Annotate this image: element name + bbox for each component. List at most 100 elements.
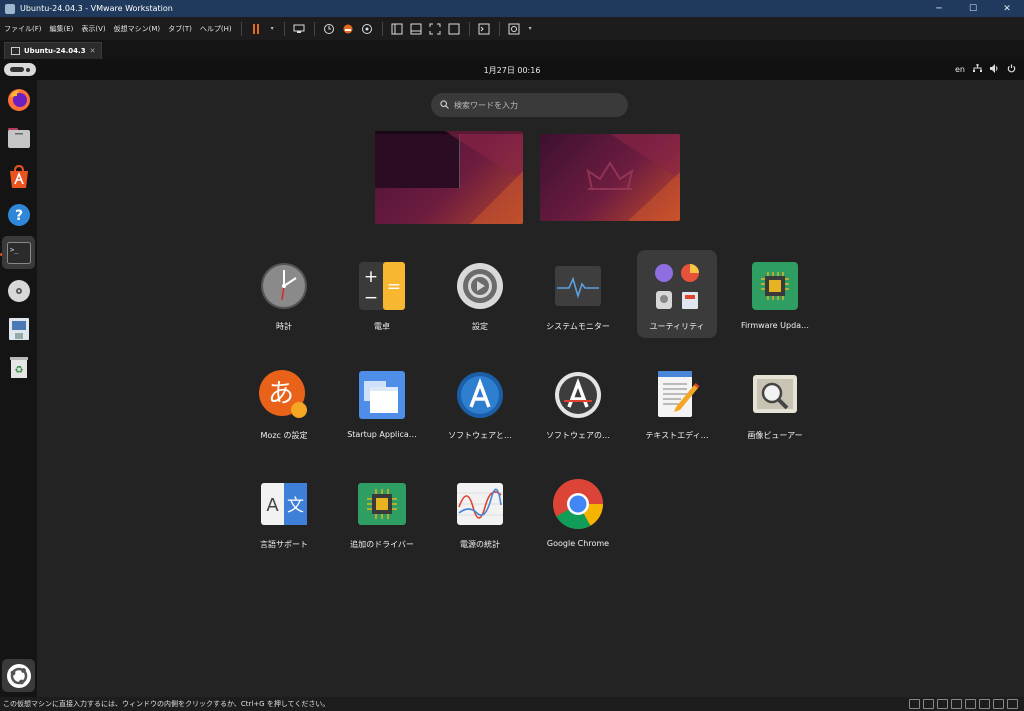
search-input[interactable]: 検索ワードを入力 [431, 93, 628, 117]
guest-screen[interactable]: 1月27日 00:16 en ? >_ ♻ 検索ワードを入力 時計 + − = … [0, 59, 1024, 697]
settings-gear-icon [454, 260, 506, 312]
tab-ubuntu-vm[interactable]: Ubuntu-24.04.3 ✕ [4, 42, 103, 59]
menu-tab[interactable]: タブ(T) [164, 24, 196, 34]
trash-icon[interactable]: ♻ [6, 354, 31, 379]
app-firmware-updater[interactable]: Firmware Upda… [735, 250, 815, 338]
volume-icon[interactable] [990, 64, 999, 75]
toolbar-divider [498, 21, 500, 36]
pause-icon[interactable] [250, 22, 263, 35]
app-system-monitor[interactable]: システムモニター [538, 250, 618, 338]
unity-mode-icon[interactable] [448, 22, 461, 35]
vm-tab-row: Ubuntu-24.04.3 ✕ [0, 40, 1024, 59]
ubuntu-mascot-watermark [586, 161, 634, 190]
calculator-icon: + − = [356, 260, 408, 312]
menu-edit[interactable]: 編集(E) [46, 24, 78, 34]
fullscreen-icon[interactable] [429, 22, 442, 35]
image-viewer-icon [749, 369, 801, 421]
workspace-thumbnail-1[interactable] [375, 131, 523, 224]
network-icon[interactable] [973, 64, 982, 75]
app-label: 時計 [276, 322, 292, 331]
menu-view[interactable]: 表示(V) [77, 24, 109, 34]
mozc-glyph: あ [268, 379, 294, 409]
cd-drive-icon[interactable] [923, 699, 934, 709]
library-view-icon[interactable] [391, 22, 404, 35]
firmware-chip-icon [749, 260, 801, 312]
dropdown-arrow-icon[interactable]: ▾ [269, 22, 276, 35]
app-language-support[interactable]: A文 言語サポート [244, 468, 324, 556]
usb-icon[interactable] [951, 699, 962, 709]
minimize-button[interactable]: ─ [922, 4, 956, 14]
app-label: Google Chrome [546, 539, 610, 548]
tab-close-button[interactable]: ✕ [90, 47, 96, 55]
thumbnail-view-icon[interactable] [410, 22, 423, 35]
close-window-button[interactable]: ✕ [990, 4, 1024, 14]
mozc-icon: あ [258, 369, 310, 421]
text-editor-icon [651, 369, 703, 421]
console-view-icon[interactable] [478, 22, 491, 35]
network-adapter-icon[interactable] [937, 699, 948, 709]
app-google-chrome[interactable]: Google Chrome [538, 468, 618, 556]
disc-icon[interactable] [6, 278, 31, 303]
startup-applications-icon [356, 369, 408, 421]
app-software-and-updates[interactable]: ソフトウェアと… [440, 359, 520, 447]
keyboard-layout-indicator[interactable]: en [955, 65, 965, 74]
app-image-viewer[interactable]: 画像ビューアー [735, 359, 815, 447]
app-startup-applications[interactable]: Startup Applica… [342, 359, 422, 447]
display-icon[interactable] [993, 699, 1004, 709]
hard-disk-icon[interactable] [909, 699, 920, 709]
terminal-icon[interactable]: >_ [2, 236, 35, 269]
snapshot-manager-icon[interactable] [361, 22, 374, 35]
show-apps-icon[interactable] [2, 659, 35, 692]
app-label: 追加のドライバー [350, 540, 414, 549]
toolbar-divider [313, 21, 315, 36]
files-icon[interactable] [6, 125, 31, 150]
app-clock[interactable]: 時計 [244, 250, 324, 338]
send-ctrl-alt-del-icon[interactable] [293, 22, 306, 35]
app-label: システムモニター [546, 322, 610, 331]
language-kanji-glyph: 文 [287, 496, 304, 516]
app-additional-drivers[interactable]: 追加のドライバー [342, 468, 422, 556]
tab-label: Ubuntu-24.04.3 [24, 47, 86, 55]
app-software-updater[interactable]: ソフトウェアの… [538, 359, 618, 447]
snapshot-icon[interactable] [323, 22, 336, 35]
window-title: Ubuntu-24.04.3 - VMware Workstation [20, 4, 173, 13]
app-settings[interactable]: 設定 [440, 250, 520, 338]
revert-snapshot-icon[interactable] [342, 22, 355, 35]
app-label: 電源の統計 [460, 540, 500, 549]
workspace-thumbnail-2[interactable] [540, 134, 680, 221]
app-mozc-settings[interactable]: あ Mozc の設定 [244, 359, 324, 447]
vmware-titlebar: Ubuntu-24.04.3 - VMware Workstation ─ ☐ … [0, 0, 1024, 17]
dropdown-arrow-icon[interactable]: ▾ [527, 22, 534, 35]
clock-label[interactable]: 1月27日 00:16 [0, 65, 1024, 76]
app-power-statistics[interactable]: 電源の統計 [440, 468, 520, 556]
vmware-app-icon [5, 3, 15, 14]
sound-card-icon[interactable] [965, 699, 976, 709]
app-label: ユーティリティ [649, 322, 705, 331]
app-utilities-folder[interactable]: ユーティリティ [637, 250, 717, 338]
app-label: 画像ビューアー [747, 431, 803, 440]
firefox-icon[interactable] [6, 87, 31, 112]
menu-file[interactable]: ファイル(F) [0, 24, 46, 34]
menu-vm[interactable]: 仮想マシン(M) [110, 24, 165, 34]
vmware-menubar: ファイル(F) 編集(E) 表示(V) 仮想マシン(M) タブ(T) ヘルプ(H… [0, 17, 1024, 41]
app-label: テキストエディ… [645, 431, 709, 440]
system-monitor-icon [552, 260, 604, 312]
app-calculator[interactable]: + − = 電卓 [342, 250, 422, 338]
language-support-icon: A文 [258, 478, 310, 530]
software-updates-icon [454, 369, 506, 421]
help-icon[interactable]: ? [6, 202, 31, 227]
system-tray[interactable]: en [955, 64, 1016, 75]
stretch-guest-icon[interactable] [508, 22, 521, 35]
ubuntu-dock: ? >_ ♻ [0, 80, 37, 697]
message-log-icon[interactable] [1007, 699, 1018, 709]
floppy-drive-icon[interactable] [6, 316, 31, 341]
printer-icon[interactable] [979, 699, 990, 709]
power-icon[interactable] [1007, 64, 1016, 75]
calc-minus-glyph: − [364, 288, 378, 308]
app-text-editor[interactable]: テキストエディ… [637, 359, 717, 447]
app-label: 言語サポート [260, 540, 308, 549]
maximize-button[interactable]: ☐ [956, 4, 990, 14]
app-center-icon[interactable] [6, 164, 31, 189]
menu-help[interactable]: ヘルプ(H) [196, 24, 236, 34]
calc-equals-glyph: = [387, 277, 401, 297]
